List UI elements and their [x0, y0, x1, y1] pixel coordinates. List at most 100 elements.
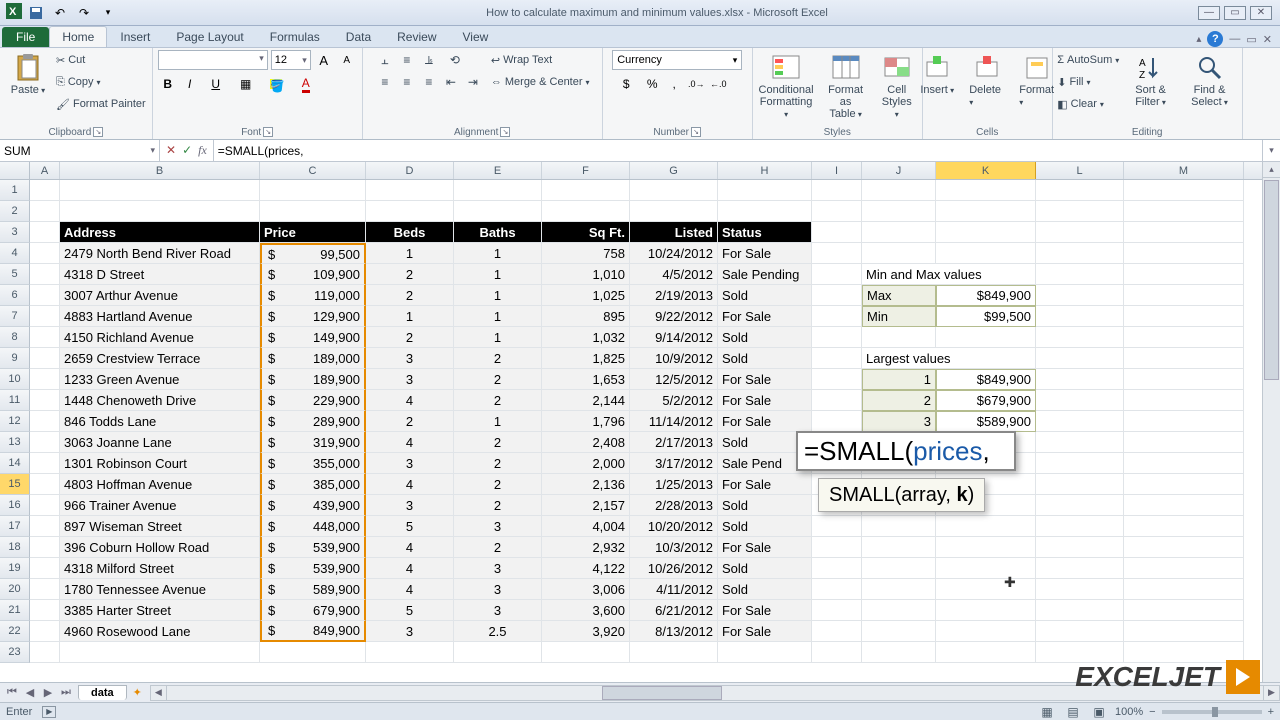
- row-header-2[interactable]: 2: [0, 201, 30, 222]
- insert-cells-button[interactable]: Insert: [915, 50, 959, 98]
- workbook-minimize-icon[interactable]: —: [1229, 33, 1240, 45]
- row-header-10[interactable]: 10: [0, 369, 30, 390]
- percent-button[interactable]: %: [642, 74, 662, 94]
- formula-bar-input[interactable]: =SMALL(prices,: [214, 140, 1262, 161]
- align-top-button[interactable]: ⫠: [375, 50, 395, 70]
- copy-button[interactable]: ⎘Copy▾: [56, 72, 146, 92]
- file-tab[interactable]: File: [2, 27, 49, 47]
- row-header-18[interactable]: 18: [0, 537, 30, 558]
- column-header-M[interactable]: M: [1124, 162, 1244, 179]
- sheet-nav-prev-button[interactable]: ◀: [22, 686, 38, 699]
- expand-formula-bar-button[interactable]: ▾: [1262, 140, 1280, 161]
- grow-font-button[interactable]: A: [314, 50, 334, 70]
- column-header-B[interactable]: B: [60, 162, 260, 179]
- font-size-select[interactable]: 12: [271, 50, 311, 70]
- save-icon[interactable]: [26, 3, 46, 23]
- insert-tab[interactable]: Insert: [107, 26, 163, 47]
- name-box[interactable]: SUM▾: [0, 140, 160, 161]
- font-color-button[interactable]: A: [292, 74, 320, 94]
- minimize-ribbon-icon[interactable]: ▴: [1196, 34, 1201, 45]
- zoom-out-button[interactable]: −: [1149, 706, 1155, 718]
- page-layout-view-button[interactable]: ▤: [1063, 702, 1083, 722]
- workbook-close-icon[interactable]: ✕: [1263, 33, 1272, 46]
- orientation-button[interactable]: ⟲: [441, 50, 469, 70]
- row-header-5[interactable]: 5: [0, 264, 30, 285]
- clipboard-dialog-icon[interactable]: ↘: [93, 127, 103, 137]
- column-header-G[interactable]: G: [630, 162, 718, 179]
- align-bottom-button[interactable]: ⫡: [419, 50, 439, 70]
- align-middle-button[interactable]: ≡: [397, 50, 417, 70]
- new-sheet-button[interactable]: ✦: [133, 686, 142, 699]
- align-left-button[interactable]: ≡: [375, 72, 395, 92]
- sheet-nav-first-button[interactable]: ⏮: [4, 686, 20, 699]
- format-painter-button[interactable]: 🖌Format Painter: [56, 94, 146, 114]
- review-tab[interactable]: Review: [384, 26, 449, 47]
- column-header-A[interactable]: A: [30, 162, 60, 179]
- zoom-level[interactable]: 100%: [1115, 706, 1143, 718]
- enter-formula-button[interactable]: ✓: [182, 143, 192, 158]
- row-header-8[interactable]: 8: [0, 327, 30, 348]
- currency-button[interactable]: $: [612, 74, 640, 94]
- shrink-font-button[interactable]: A: [337, 50, 357, 70]
- row-header-20[interactable]: 20: [0, 579, 30, 600]
- minimize-button[interactable]: —: [1198, 6, 1220, 20]
- column-header-J[interactable]: J: [862, 162, 936, 179]
- column-header-C[interactable]: C: [260, 162, 366, 179]
- paste-button[interactable]: Paste: [6, 50, 50, 98]
- comma-button[interactable]: ,: [664, 74, 684, 94]
- workbook-restore-icon[interactable]: ▭: [1246, 33, 1256, 46]
- qat-customize-icon[interactable]: ▾: [98, 3, 118, 23]
- row-header-6[interactable]: 6: [0, 285, 30, 306]
- cell-edit-overlay[interactable]: =SMALL(prices,: [796, 431, 1016, 471]
- row-header-1[interactable]: 1: [0, 180, 30, 201]
- increase-decimal-button[interactable]: .0→: [686, 74, 706, 94]
- sort-filter-button[interactable]: AZSort & Filter: [1125, 50, 1176, 110]
- row-header-23[interactable]: 23: [0, 642, 30, 663]
- increase-indent-button[interactable]: ⇥: [463, 72, 483, 92]
- wrap-text-button[interactable]: ↩Wrap Text: [491, 50, 590, 70]
- row-header-15[interactable]: 15: [0, 474, 30, 495]
- clear-button[interactable]: ◧Clear▾: [1057, 94, 1119, 114]
- cut-button[interactable]: ✂Cut: [56, 50, 146, 70]
- zoom-slider[interactable]: [1162, 710, 1262, 714]
- column-header-I[interactable]: I: [812, 162, 862, 179]
- alignment-dialog-icon[interactable]: ↘: [500, 127, 510, 137]
- view-tab[interactable]: View: [450, 26, 502, 47]
- conditional-formatting-button[interactable]: Conditional Formatting: [756, 50, 817, 122]
- fx-button[interactable]: fx: [198, 143, 207, 158]
- sheet-nav-next-button[interactable]: ▶: [40, 686, 56, 699]
- row-header-4[interactable]: 4: [0, 243, 30, 264]
- align-right-button[interactable]: ≡: [419, 72, 439, 92]
- undo-icon[interactable]: ↶: [50, 3, 70, 23]
- macro-record-icon[interactable]: ▶: [42, 706, 56, 718]
- sheet-tab-data[interactable]: data: [78, 685, 127, 700]
- format-as-table-button[interactable]: Format as Table: [822, 50, 868, 122]
- zoom-in-button[interactable]: +: [1268, 706, 1274, 718]
- decrease-indent-button[interactable]: ⇤: [441, 72, 461, 92]
- column-header-D[interactable]: D: [366, 162, 454, 179]
- home-tab[interactable]: Home: [49, 26, 107, 47]
- restore-button[interactable]: ▭: [1224, 6, 1246, 20]
- normal-view-button[interactable]: ▦: [1037, 702, 1057, 722]
- font-dialog-icon[interactable]: ↘: [263, 127, 273, 137]
- number-dialog-icon[interactable]: ↘: [691, 127, 701, 137]
- row-header-11[interactable]: 11: [0, 390, 30, 411]
- minmax-title[interactable]: Min and Max values: [862, 264, 1036, 285]
- decrease-decimal-button[interactable]: ←.0: [708, 74, 728, 94]
- vertical-scrollbar[interactable]: ▴: [1262, 162, 1280, 682]
- row-header-22[interactable]: 22: [0, 621, 30, 642]
- close-button[interactable]: ✕: [1250, 6, 1272, 20]
- cancel-formula-button[interactable]: ✕: [166, 143, 176, 158]
- largest-title[interactable]: Largest values: [862, 348, 1036, 369]
- pagelayout-tab[interactable]: Page Layout: [163, 26, 256, 47]
- merge-center-button[interactable]: ⇔Merge & Center▾: [491, 72, 590, 92]
- page-break-view-button[interactable]: ▣: [1089, 702, 1109, 722]
- row-header-3[interactable]: 3: [0, 222, 30, 243]
- bold-button[interactable]: B: [158, 74, 178, 94]
- autosum-button[interactable]: ΣAutoSum▾: [1057, 50, 1119, 70]
- fill-color-button[interactable]: 🪣: [262, 74, 290, 94]
- row-header-14[interactable]: 14: [0, 453, 30, 474]
- row-header-16[interactable]: 16: [0, 495, 30, 516]
- sheet-nav-last-button[interactable]: ⏭: [58, 686, 74, 699]
- cell-styles-button[interactable]: Cell Styles: [875, 50, 919, 122]
